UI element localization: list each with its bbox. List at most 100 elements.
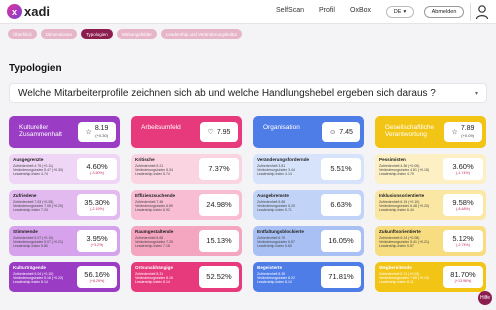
percentage-value: 9.58%	[452, 198, 474, 207]
nav-selfscan[interactable]: SelfScan	[276, 7, 304, 14]
percentage-delta: (+8.29%)	[89, 279, 105, 283]
smile-icon: ☺	[329, 128, 337, 136]
card-percentage: 35.30% (-2.19%)	[77, 194, 117, 216]
card-percentage: 4.60% (-3.50%)	[77, 158, 117, 180]
card-name: Entfaltungsblockierte	[257, 229, 304, 234]
percentage-value: 52.52%	[206, 272, 232, 281]
percentage-value: 16.05%	[328, 236, 354, 245]
card-name: Inklusionsorientierte	[379, 193, 425, 198]
top-bar: x xadi SelfScan Profil OxBox DE ▾ Abmeld…	[0, 0, 496, 24]
percentage-value: 35.30%	[84, 198, 110, 207]
card-name: Kritische	[135, 157, 155, 162]
column-header[interactable]: Arbeitsumfeld ♡ 7.95	[131, 116, 242, 148]
tab-ueberblick[interactable]: Überblick	[8, 29, 37, 39]
card-leadership-index: Leadership-Index 7.24	[13, 208, 48, 212]
column-header[interactable]: Gesellschaftliche Verantwortung ☆ 7.89 (+0.…	[375, 116, 486, 148]
column-title: Kultureller Zusammenhalt	[19, 124, 62, 138]
percentage-delta: (-2.19%)	[90, 207, 104, 211]
column-title: Arbeitsumfeld	[141, 124, 181, 131]
score-value: 7.89	[460, 125, 475, 132]
typology-column: Gesellschaftliche Verantwortung ☆ 7.89 (+0.…	[375, 116, 486, 292]
card-percentage: 3.95% (+3.2%)	[77, 230, 117, 252]
column-header[interactable]: Kultureller Zusammenhalt ☆ 8.19 (+0.30)	[9, 116, 120, 148]
percentage-value: 81.70%	[450, 270, 476, 279]
typology-card[interactable]: Veränderungsfordernde Zufriedenheit 3.81 V…	[253, 154, 364, 184]
typology-column: Organisation ☺ 7.45 Veränderungsfordernde Zu…	[253, 116, 364, 292]
column-header[interactable]: Organisation ☺ 7.45	[253, 116, 364, 148]
card-percentage: 71.81%	[321, 266, 361, 288]
typology-card[interactable]: Raumgestaltende Zufriedenheit 6.65 Verände…	[131, 226, 242, 256]
chevron-down-icon: ▾	[403, 9, 407, 15]
column-title: Gesellschaftliche Verantwortung	[385, 124, 435, 138]
tab-dimensionen[interactable]: Dimensionen	[40, 29, 78, 39]
divider	[470, 3, 471, 21]
logo[interactable]: x xadi	[7, 4, 50, 19]
card-percentage: 5.51%	[321, 158, 361, 180]
percentage-value: 15.13%	[206, 236, 232, 245]
percentage-value: 7.37%	[208, 164, 230, 173]
card-leadership-index: Leadership-Index 6.44	[379, 208, 414, 212]
language-select[interactable]: DE ▾	[386, 6, 414, 18]
typology-card[interactable]: Ortsunabhängige Zufriedenheit 8.31 Verände…	[131, 262, 242, 292]
tab-leadership[interactable]: Leadership und Veränderungskultur	[160, 29, 243, 39]
score-delta: (+0.09)	[461, 133, 475, 138]
percentage-delta: (+13.96%)	[454, 279, 472, 283]
card-name: Ausgebremste	[257, 193, 289, 198]
card-name: Zukunftsorientierte	[379, 229, 421, 234]
logout-button[interactable]: Abmelden	[424, 6, 464, 18]
card-leadership-index: Leadership-Index 4.74	[13, 172, 48, 176]
language-value: DE	[393, 9, 402, 15]
card-percentage: 3.60% (-1.74%)	[443, 158, 483, 180]
user-icon[interactable]	[475, 4, 489, 20]
column-title: Organisation	[263, 124, 300, 131]
typology-card[interactable]: Stimmende Zufriedenheit 5.97 (+0.10) Verän…	[9, 226, 120, 256]
card-percentage: 5.12% (-2.74%)	[443, 230, 483, 252]
typology-card[interactable]: Entfaltungsblockierte Zufriedenheit 6.70 V…	[253, 226, 364, 256]
tab-typologien[interactable]: Typologien	[81, 29, 113, 39]
percentage-delta: (+3.2%)	[90, 243, 104, 247]
typology-card[interactable]: Ausgebremste Zufriedenheit 5.65 Veränderun…	[253, 190, 364, 220]
nav-profil[interactable]: Profil	[319, 7, 335, 14]
card-name: Pessimisten	[379, 157, 406, 162]
column-score: ☆ 8.19 (+0.30)	[78, 122, 116, 142]
percentage-delta: (-1.74%)	[456, 171, 470, 175]
card-leadership-index: Leadership-Index 8.11	[379, 280, 414, 284]
question-text: Welche Mitarbeiterprofile zeichnen sich …	[18, 87, 436, 99]
card-leadership-index: Leadership-Index 6.92	[135, 208, 170, 212]
card-name: Ausgegrenzte	[13, 157, 44, 162]
card-name: Begeisterte	[257, 265, 283, 270]
card-leadership-index: Leadership-Index 8.14	[257, 280, 292, 284]
card-percentage: 6.63%	[321, 194, 361, 216]
card-name: Zufriedene	[13, 193, 37, 198]
nav-oxbox[interactable]: OxBox	[350, 7, 371, 14]
typology-card[interactable]: Kritische Zufriedenheit 5.21 Veränderungsi…	[131, 154, 242, 184]
help-label: Hilfe	[479, 295, 490, 301]
card-leadership-index: Leadership-Index 5.74	[135, 172, 170, 176]
typology-card[interactable]: Kulturträgende Zufriedenheit 9.04 (+0.10)…	[9, 262, 120, 292]
heart-icon: ♡	[207, 129, 214, 136]
tab-bar: Überblick Dimensionen Typologien Wirkung…	[8, 29, 243, 39]
typology-card[interactable]: Begeisterte Zufriedenheit 8.30 Veränderung…	[253, 262, 364, 292]
score-delta: (+0.30)	[95, 133, 109, 138]
card-leadership-index: Leadership-Index 6.60	[257, 244, 292, 248]
card-leadership-index: Leadership-Index 4.14	[257, 172, 292, 176]
card-percentage: 81.70% (+13.96%)	[443, 266, 483, 288]
chevron-down-icon: ▾	[474, 91, 478, 97]
help-fab-button[interactable]: Hilfe	[478, 291, 492, 305]
card-name: Ortsunabhängige	[135, 265, 174, 270]
typology-grid: Kultureller Zusammenhalt ☆ 8.19 (+0.30) Ausg…	[9, 116, 487, 292]
card-leadership-index: Leadership-Index 5.71	[257, 208, 292, 212]
typology-card[interactable]: Pessimisten Zufriedenheit 4.36 (+0.05) Ver…	[375, 154, 486, 184]
tab-wirkungsfelder[interactable]: Wirkungsfelder	[116, 29, 157, 39]
question-dropdown[interactable]: Welche Mitarbeiterprofile zeichnen sich …	[9, 83, 487, 103]
column-score: ☺ 7.45	[322, 122, 360, 142]
typology-card[interactable]: Wegbereitende Zufriedenheit 8.74 (+0.03) V…	[375, 262, 486, 292]
card-percentage: 24.98%	[199, 194, 239, 216]
percentage-delta: (-3.50%)	[90, 171, 104, 175]
typology-card[interactable]: Zufriedene Zufriedenheit 7.53 (+0.05) Verä…	[9, 190, 120, 220]
card-percentage: 52.52%	[199, 266, 239, 288]
typology-card[interactable]: Zukunftsorientierte Zufriedenheit 6.24 (+…	[375, 226, 486, 256]
typology-card[interactable]: Ausgegrenzte Zufriedenheit 4.75 (+0.11) Ve…	[9, 154, 120, 184]
typology-card[interactable]: Inklusionsorientierte Zufriedenheit 6.19 …	[375, 190, 486, 220]
typology-card[interactable]: Effizienzsuchende Zufriedenheit 7.46 Verän…	[131, 190, 242, 220]
